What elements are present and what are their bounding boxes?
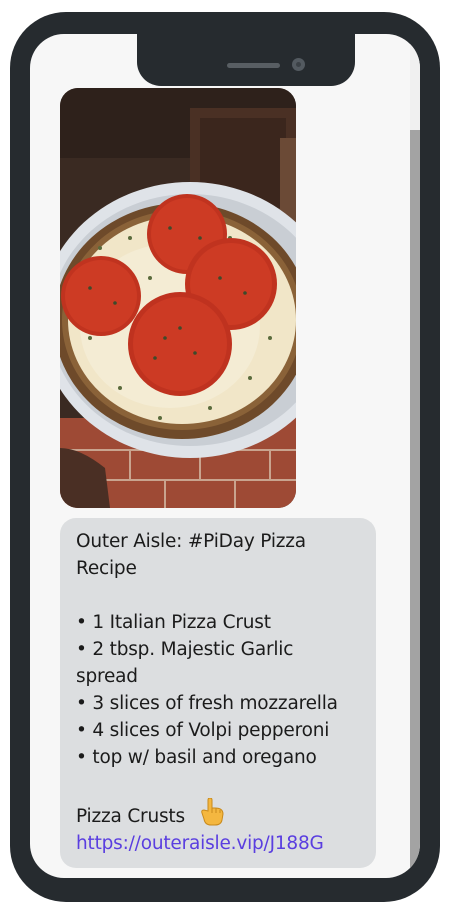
ingredient-line: • 3 slices of fresh mozzarella: [76, 693, 338, 714]
ingredient-line: • 1 Italian Pizza Crust: [76, 612, 271, 633]
message-bubble[interactable]: Outer Aisle: #PiDay Pizza Recipe • 1 Ita…: [60, 518, 376, 868]
pointing-down-hand-icon: [200, 798, 224, 826]
message-title-line: Outer Aisle: #PiDay Pizza: [76, 531, 306, 552]
scrollbar-top: [410, 34, 420, 130]
message-title-line: Recipe: [76, 558, 137, 579]
ingredient-line: spread: [76, 666, 138, 687]
pizza-photo: [60, 88, 296, 508]
ingredient-line: • 2 tbsp. Majestic Garlic: [76, 639, 294, 660]
phone-frame: Outer Aisle: #PiDay Pizza Recipe • 1 Ita…: [10, 12, 440, 902]
phone-screen: Outer Aisle: #PiDay Pizza Recipe • 1 Ita…: [30, 34, 420, 878]
ingredient-line: • top w/ basil and oregano: [76, 747, 317, 768]
recipe-link[interactable]: https://outeraisle.vip/J188G: [76, 830, 360, 857]
ingredient-line: • 4 slices of Volpi pepperoni: [76, 720, 330, 741]
cta-text: Pizza Crusts: [76, 806, 185, 827]
scrollbar[interactable]: [410, 130, 420, 878]
front-camera-icon: [292, 58, 305, 71]
phone-notch: [137, 34, 355, 86]
message-image[interactable]: [60, 88, 296, 508]
speaker-grille: [227, 63, 280, 68]
cta-line: Pizza Crusts: [76, 798, 360, 830]
